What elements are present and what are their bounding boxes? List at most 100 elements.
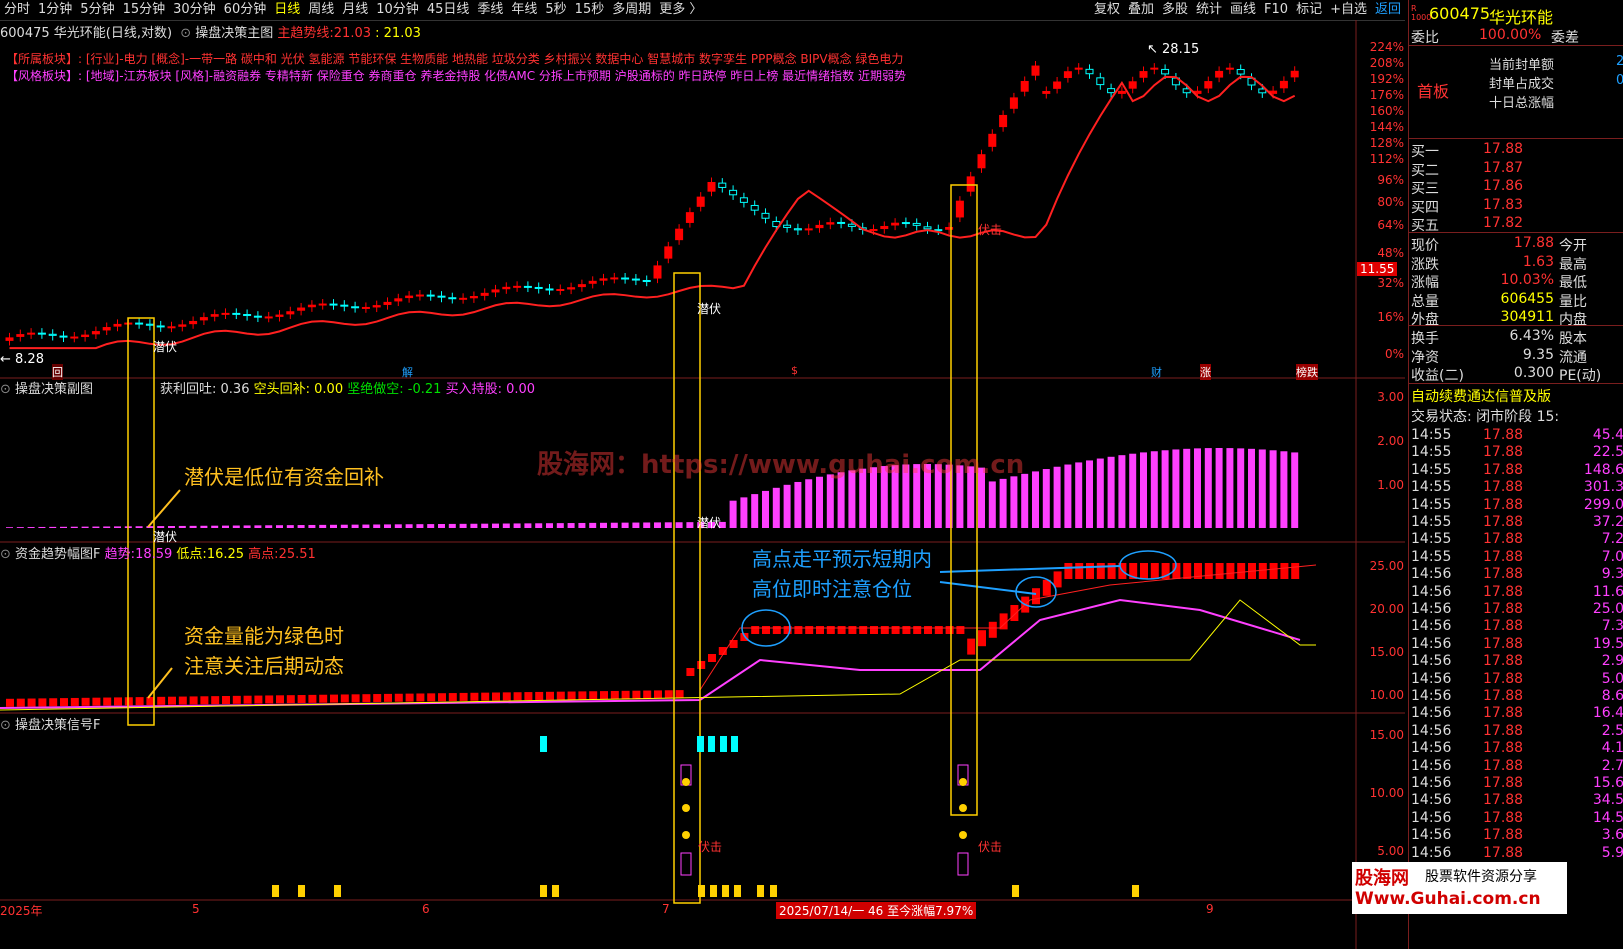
candle-body bbox=[1085, 68, 1094, 75]
event-mark[interactable]: 涨 bbox=[1200, 364, 1211, 380]
axis-tick: 160% bbox=[1369, 104, 1404, 118]
back-button[interactable]: 返回 bbox=[1371, 0, 1405, 20]
tick-row: 14:56 17.88 7.3 bbox=[1411, 618, 1623, 635]
sub1-bar bbox=[988, 481, 996, 528]
sub2-block bbox=[589, 691, 598, 700]
candle-body bbox=[653, 265, 662, 279]
sub1-bar bbox=[405, 524, 413, 528]
axis-tick: 112% bbox=[1369, 152, 1404, 166]
indicator-settings-icon[interactable]: ⊙ bbox=[180, 26, 191, 41]
period-tab-multi[interactable]: 多周期 bbox=[608, 0, 655, 20]
trade-state-row: 交易状态: 闭市阶段 15: bbox=[1411, 409, 1560, 425]
sub2-name[interactable]: 资金趋势幅图F bbox=[15, 547, 100, 562]
overlay-button[interactable]: 叠加 bbox=[1124, 0, 1158, 20]
sub2-block bbox=[427, 693, 436, 702]
date-tick: 5 bbox=[192, 902, 200, 916]
sub1-bar bbox=[556, 523, 564, 528]
sub2-block bbox=[232, 695, 241, 704]
sub2-block bbox=[1064, 563, 1073, 579]
candle-body bbox=[383, 301, 392, 305]
sub3-dot bbox=[959, 778, 967, 786]
sector-line-1: 【所属板块】: [行业]-电力 [概念]-一带一路 碳中和 光伏 氢能源 节能环… bbox=[6, 50, 903, 67]
f10-button[interactable]: F10 bbox=[1260, 0, 1292, 20]
sub1-bar bbox=[805, 479, 813, 528]
period-tab-5sec[interactable]: 5秒 bbox=[541, 0, 570, 20]
axis-tick: 15.00 bbox=[1369, 728, 1404, 742]
high-price-label: ↖ 28.15 bbox=[1147, 42, 1200, 57]
sub1-bar bbox=[1107, 456, 1115, 528]
period-tab-15sec[interactable]: 15秒 bbox=[571, 0, 609, 20]
main-indicator-name[interactable]: 操盘决策主图 bbox=[195, 26, 273, 41]
multi-stock-button[interactable]: 多股 bbox=[1158, 0, 1192, 20]
sub3-volume-mark bbox=[552, 885, 559, 897]
sub1-settings-icon[interactable]: ⊙ bbox=[0, 382, 11, 397]
quote-row: 涨跌 1.63 最高 bbox=[1411, 253, 1587, 273]
period-tab-15min[interactable]: 15分钟 bbox=[119, 0, 170, 20]
tick-row: 14:56 17.88 9.3 bbox=[1411, 566, 1623, 583]
site-watermark: 股海网 股票软件资源分享 Www.Guhai.com.cn bbox=[1352, 862, 1567, 914]
sub3-name[interactable]: 操盘决策信号F bbox=[15, 718, 100, 733]
sub2-block bbox=[600, 691, 608, 700]
sub1-bar bbox=[1118, 455, 1126, 528]
period-tab-5min[interactable]: 5分钟 bbox=[76, 0, 118, 20]
period-tab-45day[interactable]: 45日线 bbox=[423, 0, 474, 20]
period-tab-10min[interactable]: 10分钟 bbox=[372, 0, 423, 20]
annotation-green-line1: 资金量能为绿色时 bbox=[184, 624, 344, 648]
candle-body bbox=[891, 222, 900, 226]
tick-row: 14:56 17.88 25.0 bbox=[1411, 601, 1623, 617]
period-tab-quarter[interactable]: 季线 bbox=[473, 0, 507, 20]
period-tab-60min[interactable]: 60分钟 bbox=[220, 0, 271, 20]
sub3-volume-mark bbox=[1012, 885, 1019, 897]
candle-body bbox=[750, 204, 759, 211]
stats-button[interactable]: 统计 bbox=[1192, 0, 1226, 20]
tick-row: 14:56 17.88 16.4 bbox=[1411, 705, 1623, 722]
draw-line-button[interactable]: 画线 bbox=[1226, 0, 1260, 20]
event-mark[interactable]: 财 bbox=[1151, 364, 1162, 380]
sub3-volume-mark bbox=[334, 885, 341, 897]
fuquan-button[interactable]: 复权 bbox=[1090, 0, 1124, 20]
period-tab-weekly[interactable]: 周线 bbox=[304, 0, 338, 20]
period-tab-year[interactable]: 年线 bbox=[507, 0, 541, 20]
period-tab-monthly[interactable]: 月线 bbox=[338, 0, 372, 20]
sub1-name[interactable]: 操盘决策副图 bbox=[15, 382, 93, 397]
main-chart-header: 600475 华光环能(日线,对数) ⊙ 操盘决策主图 主趋势线:21.03 :… bbox=[0, 26, 421, 41]
event-mark[interactable]: 榜跌 bbox=[1296, 364, 1318, 380]
stock-code: 600475 bbox=[1429, 4, 1491, 23]
period-tab-1min[interactable]: 1分钟 bbox=[34, 0, 76, 20]
notice-row[interactable]: 自动续费通达信普及版 bbox=[1411, 386, 1623, 405]
sub1-bar bbox=[351, 524, 359, 528]
stats-row: 净资 9.35 流通 bbox=[1411, 346, 1587, 366]
sub1-bar bbox=[103, 526, 111, 528]
sub3-volume-mark bbox=[722, 885, 729, 897]
sub1-values: 获利回吐: 0.36 空头回补: 0.00 坚绝做空: -0.21 买入持股: … bbox=[160, 382, 536, 397]
add-watchlist-button[interactable]: +自选 bbox=[1326, 0, 1371, 20]
sub2-settings-icon[interactable]: ⊙ bbox=[0, 547, 11, 562]
signal-qianfu-1: 潜伏 bbox=[153, 340, 178, 354]
sub2-block bbox=[826, 626, 835, 634]
mark-button[interactable]: 标记 bbox=[1292, 0, 1326, 20]
candle-body bbox=[966, 176, 975, 192]
sub3-settings-icon[interactable]: ⊙ bbox=[0, 718, 11, 733]
sub1-bar bbox=[1086, 460, 1093, 528]
period-tab-fenshi[interactable]: 分时 bbox=[0, 0, 34, 20]
chart-area[interactable]: 600475 华光环能(日线,对数) ⊙ 操盘决策主图 主趋势线:21.03 :… bbox=[0, 20, 1405, 949]
sub1-bar bbox=[49, 526, 57, 528]
period-tab-more[interactable]: 更多 〉 bbox=[655, 0, 706, 20]
sub2-block bbox=[6, 698, 14, 707]
period-tab-30min[interactable]: 30分钟 bbox=[169, 0, 220, 20]
candle-body bbox=[243, 314, 252, 317]
sub2-block bbox=[664, 690, 673, 699]
sub2-block bbox=[1032, 588, 1040, 605]
event-mark[interactable]: $ bbox=[791, 364, 798, 377]
axis-tick: 32% bbox=[1377, 276, 1404, 290]
candle-body bbox=[437, 295, 446, 298]
sub1-bar bbox=[470, 523, 478, 528]
axis-tick: 208% bbox=[1369, 56, 1404, 70]
candle-body bbox=[1063, 71, 1072, 78]
sub3-volume-mark bbox=[272, 885, 279, 897]
candle-body bbox=[502, 286, 511, 290]
candle-body bbox=[729, 189, 738, 196]
period-tab-daily[interactable]: 日线 bbox=[270, 0, 304, 20]
low-price-label: ← 8.28 bbox=[0, 352, 44, 367]
candle-body bbox=[1161, 68, 1170, 75]
